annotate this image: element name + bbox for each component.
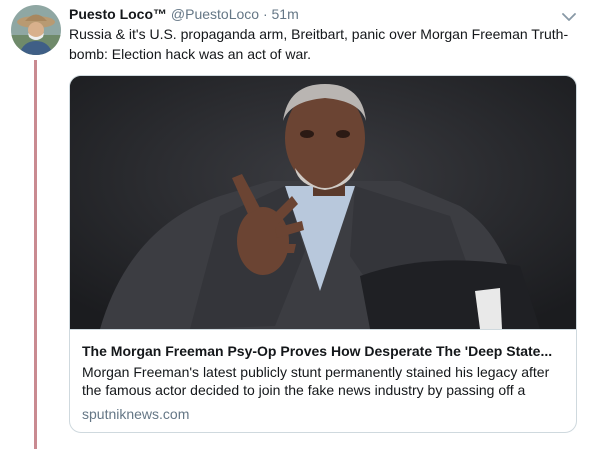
thread-line (34, 60, 37, 449)
card-body[interactable]: The Morgan Freeman Psy-Op Proves How Des… (70, 329, 576, 432)
card-description: Morgan Freeman's latest publicly stunt p… (82, 364, 550, 398)
tweet-text: Russia & it's U.S. propaganda arm, Breit… (69, 26, 569, 62)
avatar[interactable] (11, 5, 61, 55)
link-card[interactable]: The Morgan Freeman Psy-Op Proves How Des… (69, 75, 577, 433)
tweet-timestamp[interactable]: 51m (272, 6, 299, 22)
chevron-down-icon[interactable] (562, 9, 576, 21)
card-image[interactable] (70, 76, 576, 329)
tweet-header: Puesto Loco™ @PuestoLoco · 51m (69, 5, 299, 23)
separator-dot: · (262, 6, 268, 22)
card-domain[interactable]: sputniknews.com (82, 405, 189, 423)
author-display-name[interactable]: Puesto Loco™ (69, 6, 167, 22)
card-title[interactable]: The Morgan Freeman Psy-Op Proves How Des… (82, 341, 566, 361)
author-handle[interactable]: @PuestoLoco (171, 6, 259, 22)
